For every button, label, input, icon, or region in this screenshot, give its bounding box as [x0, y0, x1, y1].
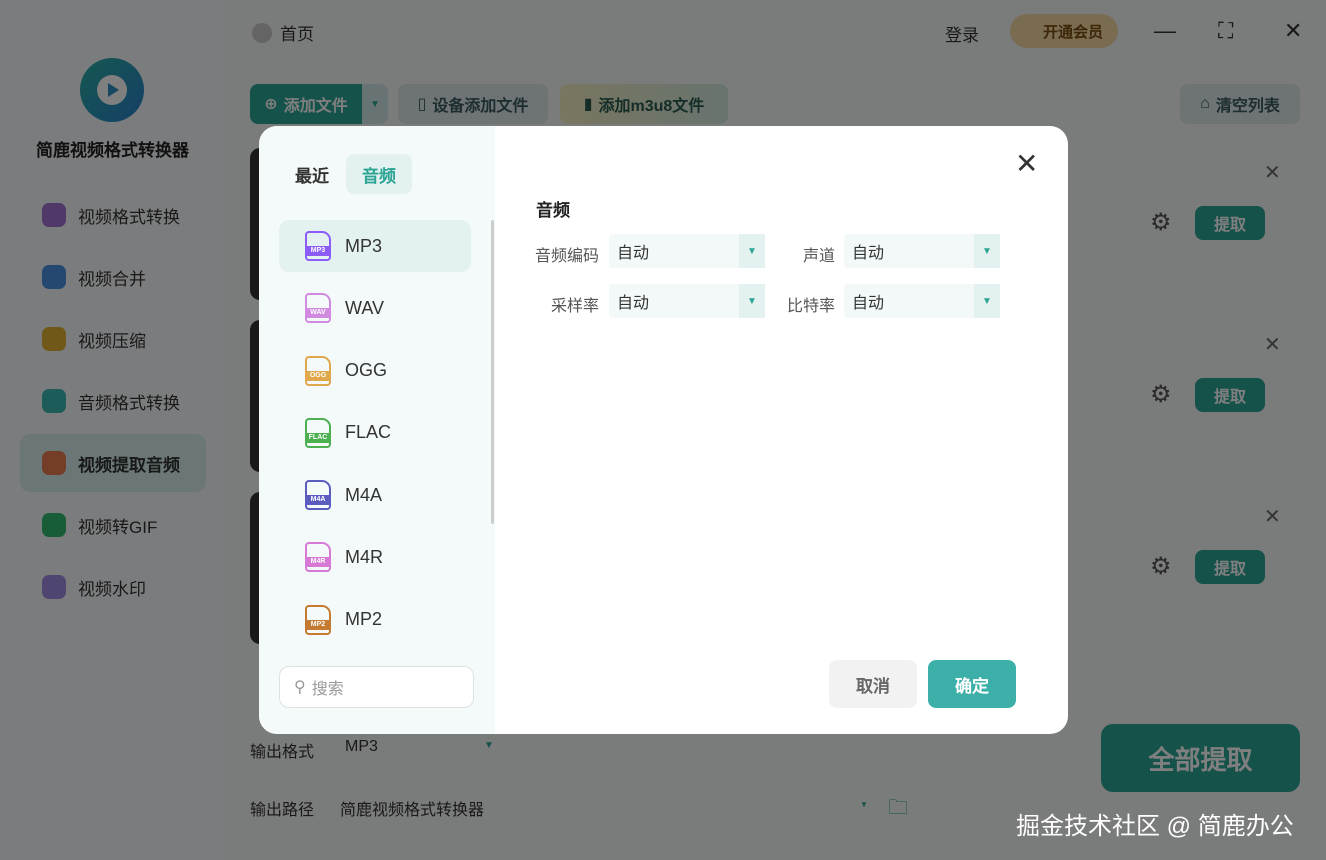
audio-file-icon: OGG [305, 355, 331, 386]
confirm-button[interactable]: 确定 [928, 660, 1016, 708]
chevron-down-icon: ▼ [974, 284, 1000, 318]
audio-file-icon: MP3 [305, 231, 331, 261]
format-option[interactable]: FLAC FLAC [279, 407, 471, 459]
format-option[interactable]: MP3 MP3 [279, 220, 471, 272]
bitrate-value: 自动 [852, 295, 885, 312]
sample-rate-select[interactable]: 自动 ▼ [609, 284, 765, 318]
dialog-close-button[interactable]: ✕ [1015, 150, 1038, 178]
chevron-down-icon: ▼ [974, 234, 1000, 268]
channel-label: 声道 [802, 248, 835, 265]
format-name: M4A [345, 484, 383, 505]
audio-file-icon: FLAC [305, 417, 331, 448]
format-option[interactable]: OGG OGG [279, 345, 471, 397]
format-option[interactable]: M4A M4A [279, 469, 471, 521]
file-icon-badge: MP3 [305, 246, 331, 256]
search-icon: ⚲ [294, 679, 306, 696]
format-name: M4R [345, 546, 384, 567]
channel-value: 自动 [852, 245, 885, 262]
audio-file-icon: WAV [305, 293, 331, 324]
cancel-button[interactable]: 取消 [829, 660, 917, 708]
bitrate-select[interactable]: 自动 ▼ [844, 284, 1000, 318]
format-sidebar: 最近 音频 MP3 MP3 WAV WAV OGG OGG FLAC FLAC M4A M4A M4… [259, 126, 495, 734]
format-option[interactable]: MP2 MP2 [279, 594, 471, 646]
codec-select[interactable]: 自动 ▼ [609, 234, 765, 268]
format-name: WAV [345, 297, 384, 318]
format-name: OGG [345, 360, 388, 381]
audio-file-icon: MP2 [305, 604, 331, 635]
format-name: MP3 [345, 235, 383, 256]
bitrate-label: 比特率 [786, 298, 835, 315]
file-icon-badge: FLAC [305, 432, 331, 443]
search-placeholder: 搜索 [311, 681, 344, 698]
file-icon-badge: M4R [305, 557, 331, 568]
file-icon-badge: WAV [305, 308, 331, 319]
codec-label: 音频编码 [534, 248, 599, 265]
audio-file-icon: M4R [305, 542, 331, 573]
channel-select[interactable]: 自动 ▼ [844, 234, 1000, 268]
watermark: 掘金技术社区 @ 简鹿办公 [1016, 813, 1294, 840]
format-picker-dialog: 最近 音频 MP3 MP3 WAV WAV OGG OGG FLAC FLAC M4A M4A M4… [259, 126, 1068, 734]
format-name: MP2 [345, 609, 383, 630]
audio-file-icon: M4A [305, 480, 331, 511]
format-name: FLAC [345, 422, 392, 443]
format-search-input[interactable]: ⚲ 搜索 [279, 666, 474, 708]
file-icon-badge: OGG [305, 370, 331, 381]
file-icon-badge: M4A [305, 495, 331, 506]
sample-rate-value: 自动 [617, 295, 650, 312]
tab-recent[interactable]: 最近 [283, 154, 341, 194]
file-icon-badge: MP2 [305, 619, 331, 630]
format-list-scrollbar[interactable] [491, 220, 494, 524]
sample-rate-label: 采样率 [550, 298, 599, 315]
codec-value: 自动 [617, 245, 650, 262]
section-title: 音频 [536, 201, 570, 220]
format-list: MP3 MP3 WAV WAV OGG OGG FLAC FLAC M4A M4A M4R M4R MP… [279, 220, 471, 656]
tab-audio[interactable]: 音频 [346, 154, 412, 194]
format-option[interactable]: M4R M4R [279, 531, 471, 583]
format-option[interactable]: WAV WAV [279, 282, 471, 334]
